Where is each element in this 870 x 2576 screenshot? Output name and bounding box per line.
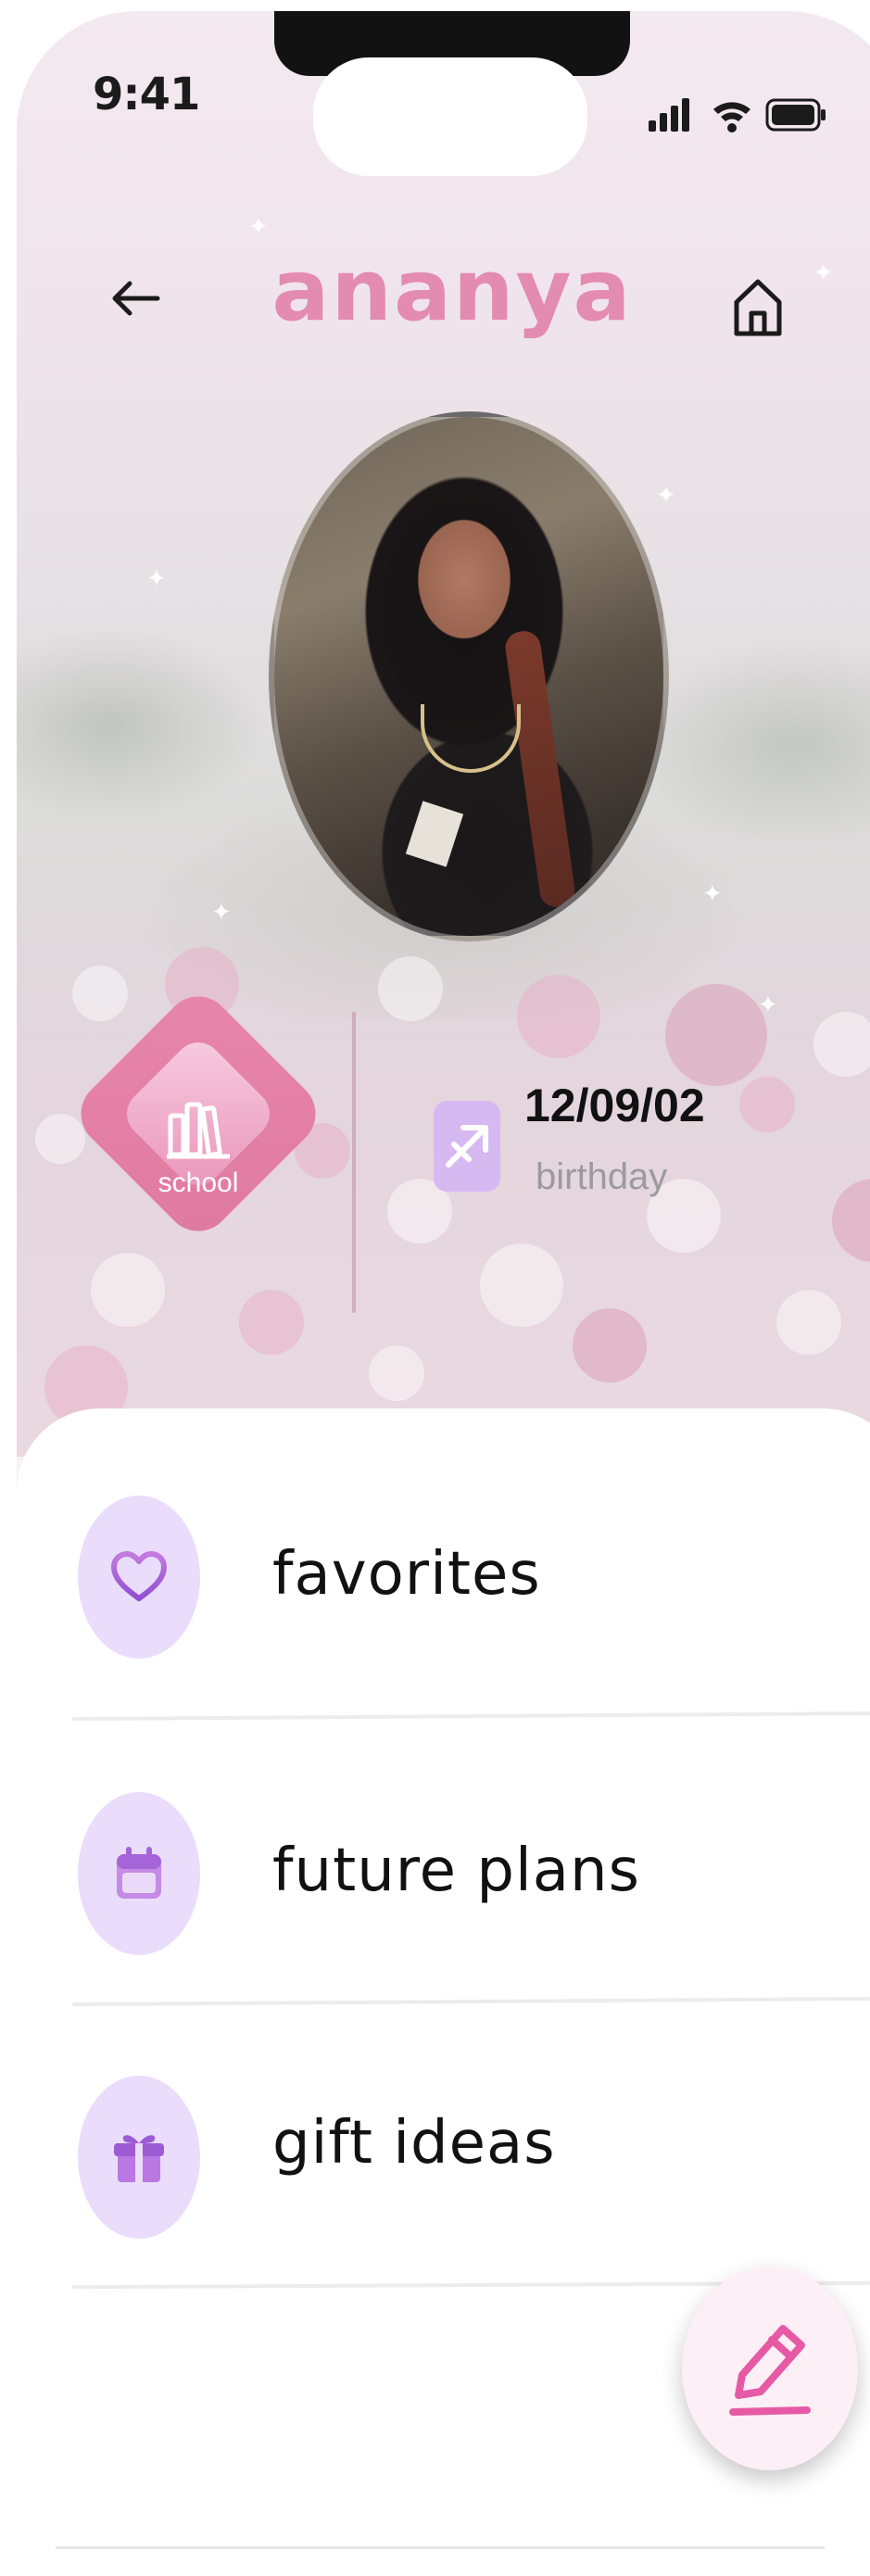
bokeh-light [832, 1179, 870, 1262]
home-indicator-line [56, 2546, 825, 2549]
bokeh-light [378, 956, 443, 1021]
status-icons [643, 93, 828, 135]
wifi-icon [713, 102, 750, 133]
books-icon [167, 1102, 230, 1159]
sparkle: ✦ [758, 991, 778, 1019]
sparkle: ✦ [248, 213, 269, 241]
birthday-date: 12/09/02 [524, 1080, 705, 1131]
bokeh-light [665, 984, 767, 1086]
heart-icon [111, 1551, 167, 1601]
home-icon [734, 279, 782, 336]
menu-item-favorites[interactable]: favorites [17, 1475, 870, 1698]
calendar-icon [117, 1847, 161, 1899]
menu-icon-circle [78, 1496, 200, 1659]
status-time: 9:41 [93, 69, 200, 120]
menu-item-label: favorites [272, 1540, 541, 1609]
photo-detail [421, 704, 521, 773]
signal-icon [649, 98, 689, 132]
bokeh-light [35, 1114, 85, 1164]
menu-item-future-plans[interactable]: future plans [17, 1762, 870, 1985]
sagittarius-icon [446, 1125, 488, 1168]
bokeh-light [72, 966, 128, 1021]
bokeh-light [239, 1290, 304, 1355]
sparkle: ✦ [211, 899, 232, 927]
category-badge-label: school [158, 1168, 239, 1198]
sparkle: ✦ [656, 482, 676, 510]
bokeh-light [776, 1290, 841, 1355]
sparkle: ✦ [813, 259, 834, 287]
sparkle: ✦ [146, 565, 167, 593]
bokeh-light [739, 1077, 795, 1132]
menu-item-label: gift ideas [272, 2109, 556, 2178]
arrow-left-icon [112, 281, 160, 316]
gift-icon [114, 2135, 164, 2182]
bokeh-light [480, 1244, 563, 1327]
photo-detail [503, 628, 577, 910]
sparkle: ✦ [702, 880, 723, 908]
bokeh-light [573, 1308, 647, 1383]
category-badge-content: school [106, 1095, 291, 1199]
battery-icon [765, 98, 826, 132]
menu-icon-circle [78, 1792, 200, 1955]
vertical-divider [352, 1012, 356, 1313]
dynamic-island [313, 57, 587, 176]
menu-icon-circle [78, 2076, 200, 2239]
bokeh-light [91, 1253, 165, 1327]
bokeh-light [517, 975, 600, 1058]
bokeh-light [369, 1345, 424, 1401]
menu-item-gift-ideas[interactable]: gift ideas [17, 2046, 870, 2268]
edit-button[interactable] [682, 2267, 858, 2470]
menu-item-label: future plans [272, 1837, 640, 1905]
profile-photo [269, 411, 669, 941]
bokeh-light [813, 1012, 870, 1077]
zodiac-badge [434, 1101, 500, 1192]
photo-detail [405, 801, 464, 867]
back-button[interactable] [102, 271, 169, 326]
home-button[interactable] [721, 271, 795, 345]
phone-screen: ✦ ✦ ✦ ✦ ✦ ✦ ✦ 9:41 ananya school 12/09/0… [17, 11, 870, 2550]
page-title: ananya [271, 241, 633, 340]
pencil-icon [729, 2325, 811, 2416]
birthday-label: birthday [536, 1156, 668, 1197]
